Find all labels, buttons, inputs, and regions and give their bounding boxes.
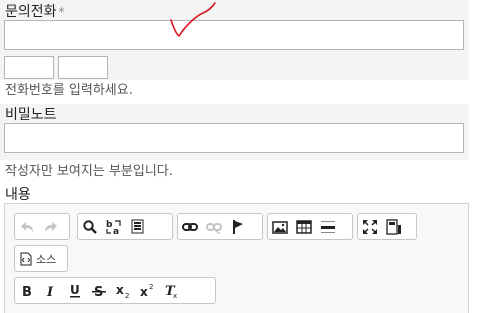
svg-text:x: x	[116, 283, 124, 297]
secret-note-label: 비밀노트	[5, 107, 57, 123]
phone-label-text: 문의전화	[5, 4, 57, 20]
show-blocks-icon	[386, 218, 401, 235]
secret-note-input[interactable]	[4, 123, 464, 153]
required-marker: *	[58, 5, 65, 19]
redo-icon	[45, 221, 57, 232]
toolbar-group-basicstyles: B I U S x2 x2 Tx	[14, 277, 216, 304]
toolbar-group-insert	[267, 213, 353, 240]
italic-icon: I	[46, 285, 54, 298]
strike-icon: S	[92, 285, 106, 298]
svg-text:2: 2	[125, 292, 129, 299]
find-button[interactable]	[78, 215, 102, 238]
underline-button[interactable]: U	[63, 279, 87, 302]
svg-text:B: B	[22, 285, 32, 298]
undo-icon	[21, 221, 33, 232]
toolbar-group-view	[357, 213, 417, 240]
svg-text:a: a	[113, 227, 119, 236]
checkmark-annotation-icon	[170, 2, 216, 37]
content-label: 내용	[5, 187, 31, 203]
link-icon	[182, 222, 198, 231]
remove-format-icon: Tx	[165, 284, 177, 299]
maximize-icon	[363, 219, 377, 234]
bold-button[interactable]: B	[15, 279, 39, 302]
phone-full-input[interactable]	[4, 20, 464, 50]
link-button[interactable]	[178, 215, 202, 238]
table-button[interactable]	[292, 215, 316, 238]
svg-text:U: U	[70, 283, 80, 297]
subscript-button[interactable]: x2	[111, 279, 135, 302]
svg-text:x: x	[173, 292, 177, 299]
table-icon	[296, 219, 312, 234]
remove-format-button[interactable]: Tx	[159, 279, 183, 302]
underline-icon: U	[70, 283, 80, 297]
italic-button[interactable]: I	[39, 279, 63, 302]
phone-part-input-2[interactable]	[58, 56, 108, 79]
select-all-icon	[131, 219, 144, 233]
rich-text-editor: b a 소스 B I U S x 2 x 2 T x	[4, 203, 469, 313]
secret-note-hint: 작성자만 보여지는 부분입니다.	[5, 164, 173, 179]
source-button-label: 소스	[36, 252, 57, 266]
bold-icon: B	[22, 285, 32, 298]
toolbar-group-document: 소스	[14, 245, 68, 272]
svg-text:x: x	[140, 285, 148, 299]
phone-part-input-1[interactable]	[4, 56, 54, 79]
toolbar-group-history	[14, 213, 70, 240]
phone-label: 문의전화 *	[5, 3, 65, 21]
select-all-button[interactable]	[126, 215, 150, 238]
source-button[interactable]: 소스	[15, 247, 61, 270]
image-button[interactable]	[268, 215, 292, 238]
toolbar-group-find: b a	[77, 213, 173, 240]
anchor-flag-icon	[233, 219, 243, 234]
superscript-button[interactable]: x2	[135, 279, 159, 302]
unlink-icon	[206, 222, 222, 234]
superscript-icon: x2	[140, 283, 153, 299]
strike-button[interactable]: S	[87, 279, 111, 302]
horizontal-rule-button[interactable]	[316, 215, 340, 238]
redo-button[interactable]	[39, 215, 63, 238]
horizontal-rule-icon	[321, 220, 335, 233]
anchor-button[interactable]	[226, 215, 250, 238]
show-blocks-button[interactable]	[382, 215, 406, 238]
undo-button[interactable]	[15, 215, 39, 238]
phone-hint: 전화번호를 입력하세요.	[5, 83, 133, 98]
unlink-button[interactable]	[202, 215, 226, 238]
toolbar-group-links	[177, 213, 263, 240]
replace-button[interactable]: b a	[102, 215, 126, 238]
svg-text:I: I	[46, 285, 54, 298]
image-icon	[272, 220, 288, 234]
replace-icon: b a	[106, 220, 121, 236]
svg-text:2: 2	[149, 283, 153, 291]
find-icon	[83, 219, 97, 234]
svg-text:b: b	[106, 220, 113, 230]
subscript-icon: x2	[116, 283, 129, 299]
maximize-button[interactable]	[358, 215, 382, 238]
source-code-icon	[20, 252, 32, 265]
